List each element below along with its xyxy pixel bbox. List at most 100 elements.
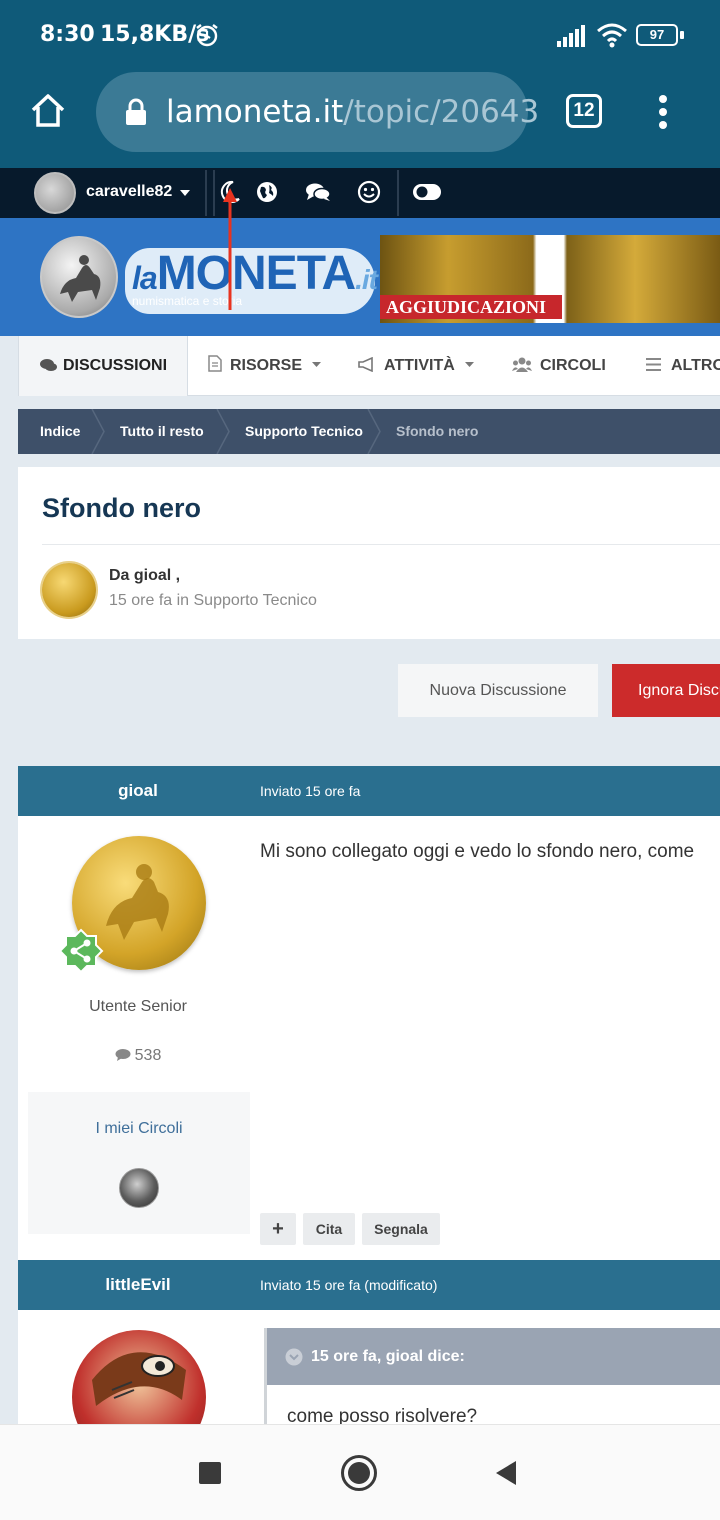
author-avatar[interactable] — [42, 563, 96, 617]
nav-altro[interactable]: ALTRO — [646, 336, 720, 396]
user-avatar[interactable] — [34, 172, 76, 214]
post-body: 15 ore fa, gioal dice: come posso risolv… — [18, 1310, 720, 1424]
nav-label: RISORSE — [230, 357, 303, 374]
post-date[interactable]: Inviato 15 ore fa — [260, 766, 360, 816]
divider — [213, 170, 215, 216]
messages-icon[interactable] — [305, 182, 331, 202]
back-icon[interactable] — [494, 1459, 518, 1487]
overflow-menu-icon[interactable] — [656, 94, 670, 130]
breadcrumb-item[interactable]: Indice — [40, 409, 80, 454]
signal-icon — [557, 25, 585, 47]
alarm-icon — [196, 24, 218, 47]
breadcrumb: Indice Tutto il resto Supporto Tecnico S… — [18, 409, 720, 454]
group-icon — [512, 357, 532, 372]
nav-label: DISCUSSIONI — [63, 357, 168, 374]
globe-icon[interactable] — [256, 181, 278, 203]
battery-icon: 97 — [636, 24, 678, 46]
nav-label: ATTIVITÀ — [384, 357, 455, 374]
smiley-icon[interactable] — [357, 180, 381, 204]
circle-avatar[interactable] — [119, 1168, 159, 1208]
nav-risorse[interactable]: RISORSE — [208, 336, 338, 396]
auction-banner-label: AGGIUDICAZIONI — [380, 295, 562, 319]
breadcrumb-separator — [91, 409, 105, 454]
user-circles-box: I miei Circoli — [28, 1092, 250, 1234]
comment-icon — [115, 1049, 131, 1061]
auction-banner[interactable]: AGGIUDICAZIONI — [380, 235, 720, 323]
battery-tip — [680, 31, 684, 39]
share-badge-icon — [58, 928, 104, 974]
divider — [397, 170, 399, 216]
nav-label: ALTRO — [671, 357, 720, 374]
add-reaction-button[interactable]: + — [260, 1213, 296, 1245]
site-header: laMONETA.it numismatica e storia AGGIUDI… — [0, 218, 720, 336]
topic-author[interactable]: Da gioal , — [109, 567, 180, 585]
circles-title: I miei Circoli — [95, 1120, 183, 1137]
post-author[interactable]: gioal — [18, 766, 258, 816]
chevron-down-icon — [180, 190, 190, 196]
quote-block: 15 ore fa, gioal dice: come posso risolv… — [264, 1328, 720, 1424]
annotation-arrow — [223, 188, 237, 310]
menu-icon — [646, 358, 661, 371]
nav-circoli[interactable]: CIRCOLI — [512, 336, 622, 396]
username-menu[interactable]: caravelle82 — [86, 183, 172, 201]
breadcrumb-item[interactable]: Tutto il resto — [120, 409, 204, 454]
chevron-down-circle-icon — [285, 1348, 303, 1366]
breadcrumb-item[interactable]: Supporto Tecnico — [245, 409, 363, 454]
tab-switcher-button[interactable]: 12 — [566, 94, 602, 128]
character-avatar-icon — [92, 1352, 186, 1406]
lock-icon — [126, 98, 146, 125]
breadcrumb-separator — [367, 409, 381, 454]
site-logo-coin[interactable] — [40, 236, 118, 318]
user-post-count: 538 — [18, 1047, 258, 1065]
post-author[interactable]: littleEvil — [18, 1260, 258, 1310]
status-network-speed: 15,8KB/s — [100, 22, 210, 47]
url-path: /topic/20643 — [343, 94, 540, 130]
chevron-down-icon — [465, 362, 475, 367]
divider — [42, 544, 720, 545]
url-text: lamoneta.it/topic/20643 — [166, 94, 539, 130]
recent-apps-icon[interactable] — [199, 1462, 221, 1484]
page-title: Sfondo nero — [42, 493, 201, 523]
nav-discussioni[interactable]: DISCUSSIONI — [18, 336, 188, 396]
quote-text: come posso risolvere? — [287, 1406, 478, 1424]
nav-attivita[interactable]: ATTIVITÀ — [358, 336, 498, 396]
quote-button[interactable]: Cita — [303, 1213, 355, 1245]
chat-icon — [40, 359, 57, 371]
ignore-discussion-button[interactable]: Ignora Discussione — [612, 664, 720, 717]
status-time: 8:30 — [40, 22, 95, 47]
breadcrumb-separator — [216, 409, 230, 454]
horseman-icon — [60, 255, 101, 302]
user-role: Utente Senior — [89, 998, 187, 1015]
battery-level: 97 — [649, 27, 665, 42]
new-discussion-button[interactable]: Nuova Discussione — [398, 664, 598, 717]
status-bar: 8:30 15,8KB/s 97 — [0, 0, 720, 70]
quote-header: 15 ore fa, gioal dice: — [267, 1328, 720, 1385]
home-icon[interactable] — [29, 92, 67, 128]
site-user-bar: caravelle82 — [0, 168, 720, 218]
topic-meta: 15 ore fa in Supporto Tecnico — [109, 592, 317, 609]
wifi-icon — [597, 23, 627, 48]
post-date[interactable]: Inviato 15 ore fa (modificato) — [260, 1260, 437, 1310]
main-nav: DISCUSSIONI RISORSE ATTIVITÀ CIRCOLI ALT… — [18, 336, 720, 396]
post-body: Utente Senior 538 I miei Circoli Mi sono… — [18, 816, 720, 1260]
divider — [205, 170, 207, 216]
home-button-icon[interactable] — [340, 1454, 378, 1492]
post-header: littleEvil Inviato 15 ore fa (modificato… — [18, 1260, 720, 1310]
address-bar[interactable]: lamoneta.it/topic/20643 — [96, 72, 539, 152]
breadcrumb-current: Sfondo nero — [396, 423, 479, 439]
post-count-value: 538 — [134, 1047, 162, 1064]
url-domain: lamoneta.it — [166, 94, 344, 130]
topic-header-card: Sfondo nero Da gioal , 15 ore fa in Supp… — [18, 467, 720, 639]
chevron-down-icon — [312, 362, 322, 367]
document-icon — [208, 355, 222, 372]
browser-toolbar: lamoneta.it/topic/20643 12 — [0, 70, 720, 168]
system-navigation-bar — [0, 1424, 720, 1520]
post-author-avatar[interactable] — [72, 1330, 206, 1424]
toggle-switch-icon[interactable] — [412, 182, 442, 202]
post-header: gioal Inviato 15 ore fa — [18, 766, 720, 816]
megaphone-icon — [358, 356, 373, 373]
nav-label: CIRCOLI — [540, 357, 606, 374]
quote-header-text: 15 ore fa, gioal dice: — [311, 1348, 465, 1365]
post-content: Mi sono collegato oggi e vedo lo sfondo … — [260, 841, 695, 862]
report-button[interactable]: Segnala — [362, 1213, 440, 1245]
